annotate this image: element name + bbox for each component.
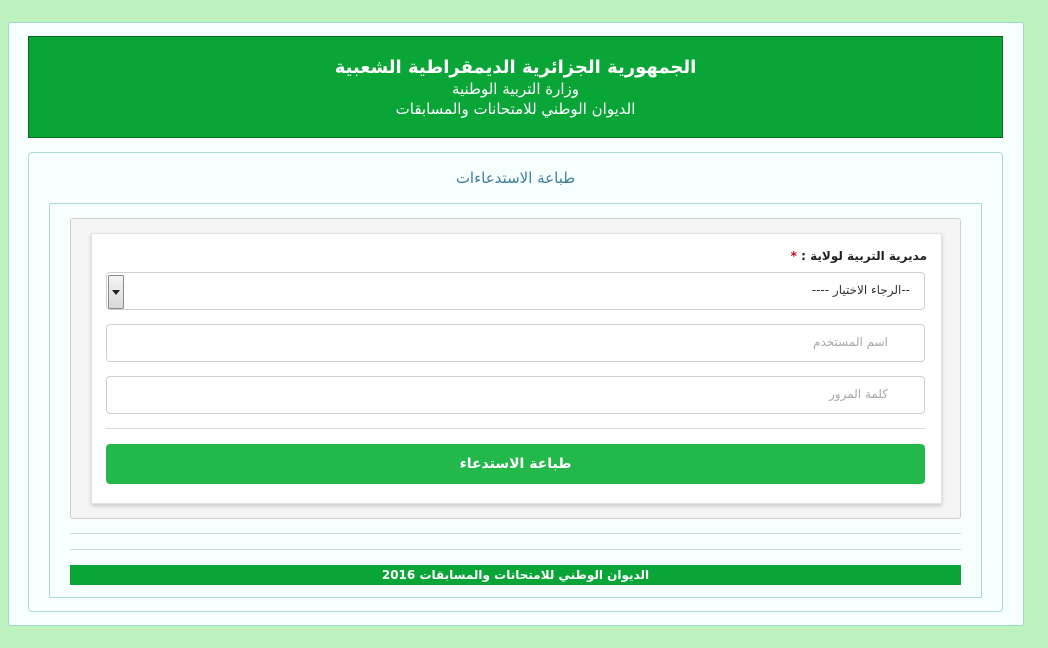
page-container: الجمهورية الجزائرية الديمقراطية الشعبية …	[8, 22, 1024, 626]
username-placeholder: اسم المستخدم	[813, 335, 888, 349]
directorate-label: مديرية التربية لولاية : *	[787, 249, 927, 263]
header-ministry-title: وزارة التربية الوطنية	[451, 80, 580, 98]
panel-title: طباعة الاستدعاءات	[455, 169, 576, 187]
header-republic-title: الجمهورية الجزائرية الديمقراطية الشعبية	[334, 57, 697, 78]
login-form-card: مديرية التربية لولاية : * --الرجاء الاخت…	[91, 233, 942, 504]
print-convocation-button[interactable]: طباعة الاستدعاء	[106, 444, 925, 484]
form-divider	[106, 428, 925, 429]
form-well: مديرية التربية لولاية : * --الرجاء الاخت…	[70, 218, 961, 519]
main-panel: طباعة الاستدعاءات مديرية التربية لولاية …	[28, 152, 1003, 612]
footer-divider-top	[70, 533, 961, 534]
password-input[interactable]: كلمة المرور	[106, 376, 925, 414]
header-banner: الجمهورية الجزائرية الديمقراطية الشعبية …	[28, 36, 1003, 138]
required-mark: *	[790, 249, 797, 263]
username-input[interactable]: اسم المستخدم	[106, 324, 925, 362]
select-dropdown-button[interactable]	[108, 275, 124, 309]
footer-divider-bottom	[70, 549, 961, 550]
directorate-select[interactable]: --الرجاء الاختيار ----	[106, 272, 925, 310]
directorate-label-text: مديرية التربية لولاية :	[801, 249, 927, 263]
chevron-down-icon	[112, 290, 120, 295]
password-placeholder: كلمة المرور	[828, 387, 888, 401]
footer-bar: الديوان الوطني للامتحانات والمسابقات 201…	[70, 565, 961, 585]
inner-panel: مديرية التربية لولاية : * --الرجاء الاخت…	[49, 203, 982, 598]
directorate-select-value: --الرجاء الاختيار ----	[811, 283, 910, 297]
header-office-title: الديوان الوطني للامتحانات والمسابقات	[395, 100, 636, 118]
